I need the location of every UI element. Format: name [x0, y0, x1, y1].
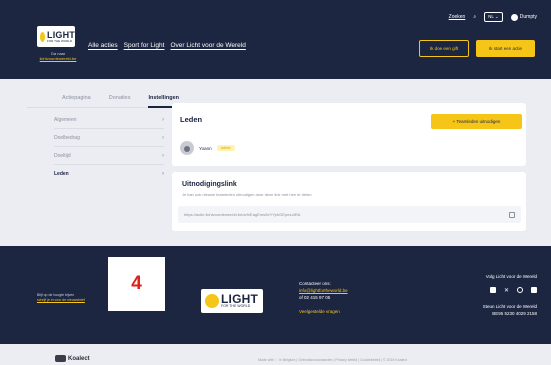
user-icon — [510, 13, 518, 21]
sidebar-item-label: Algemeen — [54, 116, 77, 123]
sidebar-item-goal-amount[interactable]: Doelbedrag › — [54, 129, 164, 147]
settings-sidebar: Algemeen › Doelbedrag › Doeltijd › Leden… — [54, 111, 164, 183]
linkedin-icon[interactable] — [531, 287, 537, 294]
sidebar-item-label: Doelbedrag — [54, 134, 80, 141]
user-menu[interactable]: Dumpty — [510, 13, 537, 21]
logo-subtext: FOR THE WORLD — [47, 38, 73, 43]
gift-button[interactable]: Ik doe een gift — [419, 40, 469, 57]
header-utilities: Zoeken ⌕ NL ⌄ Dumpty — [449, 12, 537, 22]
twitter-icon[interactable]: ✕ — [504, 287, 509, 297]
overlay-number-box: 4 — [108, 257, 165, 311]
contact-email[interactable]: info@lightfortheworld.be — [299, 287, 348, 294]
main-nav: Alle acties Sport for Light Over Licht v… — [88, 42, 246, 49]
invite-link-field[interactable]: https://actie.lichtvoordewereld.be/a/h/E… — [178, 206, 521, 223]
invite-link-description: Je kan ook nieuwe teamleden uitnodigen d… — [182, 192, 313, 197]
sidebar-item-members[interactable]: Leden › — [54, 165, 164, 183]
start-action-button[interactable]: Ik start een actie — [476, 40, 535, 57]
logo-subtext: FOR THE WORLD — [221, 304, 251, 309]
search-link[interactable]: Zoeken — [449, 14, 466, 20]
invite-members-button[interactable]: + Teamleden uitnodigen — [431, 114, 522, 129]
go-to-link[interactable]: lichtvoordewereld.be — [39, 56, 77, 61]
koalect-brand: Koalect — [68, 355, 90, 362]
sun-icon — [40, 31, 45, 42]
go-to-site: Ga naar lichtvoordewereld.be — [39, 51, 77, 61]
facebook-icon[interactable] — [489, 287, 496, 294]
newsletter-block: Blijf op de hoogte bijven schrijf je in … — [37, 293, 85, 304]
faq-link[interactable]: Veelgestelde vragen — [299, 308, 348, 315]
role-badge: Admin — [216, 145, 235, 151]
sidebar-item-general[interactable]: Algemeen › — [54, 111, 164, 129]
overlay-number: 4 — [131, 273, 142, 294]
nav-about[interactable]: Over Licht voor de Wereld — [170, 42, 245, 49]
members-title: Leden — [180, 115, 203, 124]
follow-label: Volg Licht voor de Wereld — [485, 274, 537, 279]
legal-links[interactable]: Made with ♡ in Belgium | Gebruiksvoorwaa… — [258, 358, 407, 362]
chevron-right-icon: › — [162, 152, 164, 159]
bottom-bar: Koalect Made with ♡ in Belgium | Gebruik… — [0, 344, 551, 365]
light-logo[interactable]: LIGHT FOR THE WORLD — [37, 26, 75, 47]
instagram-icon[interactable] — [517, 287, 523, 294]
chevron-right-icon: › — [162, 171, 164, 177]
social-block: Volg Licht voor de Wereld ✕ Steun Licht … — [483, 273, 537, 317]
sidebar-item-label: Leden — [54, 171, 69, 177]
chevron-right-icon: › — [162, 134, 164, 141]
newsletter-link[interactable]: schrijf je in voor de nieuwsbrief — [37, 298, 85, 303]
newsletter-text: Blijf op de hoogte bijven — [37, 293, 75, 297]
social-icons: ✕ — [483, 287, 537, 297]
invite-link-url: https://actie.lichtvoordewereld.be/a/h/E… — [184, 212, 301, 217]
contact-phone: of 02 415 97 05 — [299, 295, 331, 301]
nav-all-actions[interactable]: Alle acties — [88, 42, 118, 49]
tab-action-page[interactable]: Actiepagina — [62, 95, 91, 101]
iban: BE95 5230 4029 2158 — [492, 310, 537, 316]
member-name: Yoann — [199, 145, 212, 151]
nav-sport-for-light[interactable]: Sport for Light — [124, 42, 165, 49]
koala-icon — [55, 355, 66, 362]
member-row: Yoann Admin — [180, 141, 235, 155]
invite-link-title: Uitnodigingslink — [182, 181, 237, 188]
contact-block: Contacteer ons: info@lightfortheworld.be… — [299, 280, 348, 315]
language-select[interactable]: NL ⌄ — [484, 12, 503, 22]
copy-icon[interactable] — [509, 211, 515, 218]
tab-settings[interactable]: Instellingen — [148, 95, 179, 108]
koalect-logo[interactable]: Koalect — [55, 355, 90, 362]
sidebar-item-label: Doeltijd — [54, 152, 71, 159]
contact-title: Contacteer ons: — [299, 281, 331, 286]
tab-donations[interactable]: Donaties — [109, 95, 131, 101]
sidebar-item-deadline[interactable]: Doeltijd › — [54, 147, 164, 165]
footer-logo[interactable]: LIGHT FOR THE WORLD — [201, 289, 263, 313]
site-footer: Blijf op de hoogte bijven schrijf je in … — [0, 246, 551, 344]
invite-link-card: Uitnodigingslink Je kan ook nieuwe teaml… — [172, 172, 526, 231]
search-icon[interactable]: ⌕ — [473, 14, 476, 20]
support-title: Steun Licht voor de Wereld — [482, 303, 537, 309]
avatar — [180, 141, 194, 155]
site-header: LIGHT FOR THE WORLD Ga naar lichtvoordew… — [0, 0, 551, 79]
sun-icon — [205, 294, 219, 308]
members-card: Leden + Teamleden uitnodigen Yoann Admin — [172, 103, 526, 166]
user-name: Dumpty — [519, 14, 537, 20]
chevron-right-icon: › — [162, 116, 164, 123]
